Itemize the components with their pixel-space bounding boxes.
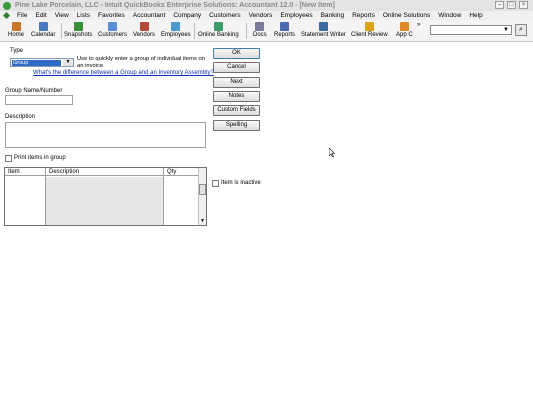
column-header-description[interactable]: Description	[46, 168, 164, 176]
group-name-input[interactable]	[5, 95, 73, 105]
column-divider	[163, 168, 164, 225]
menu-vendors[interactable]: Vendors	[245, 12, 277, 19]
description-label: Description	[5, 114, 36, 120]
menu-reports[interactable]: Reports	[348, 12, 379, 19]
cancel-button[interactable]: Cancel	[213, 62, 260, 73]
column-header-qty[interactable]: Qty	[164, 168, 198, 176]
toolbar-vendors-button[interactable]: Vendors	[133, 21, 155, 41]
mouse-cursor-icon	[329, 148, 335, 157]
toolbar-docs-button[interactable]: Docs	[253, 21, 267, 41]
search-button[interactable]: ⌕	[515, 24, 527, 36]
menu-accountant[interactable]: Accountant	[129, 12, 170, 19]
toolbar-reports-button[interactable]: Reports	[274, 21, 295, 41]
column-header-item[interactable]: Item	[5, 168, 46, 176]
menu-help[interactable]: Help	[465, 12, 486, 19]
minimize-button[interactable]: –	[495, 1, 504, 9]
title-bar: Pine Lake Porcelain, LLC - Intuit QuickB…	[0, 0, 533, 11]
toolbar-employees-button[interactable]: Employees	[161, 21, 191, 41]
custom-fields-button[interactable]: Custom Fields	[213, 105, 260, 116]
window-title: Pine Lake Porcelain, LLC - Intuit QuickB…	[15, 2, 335, 9]
toolbar-app-center-button[interactable]: App C	[396, 21, 413, 41]
close-button[interactable]: ×	[519, 1, 528, 9]
print-items-checkbox[interactable]	[5, 155, 12, 162]
toolbar-separator	[194, 23, 195, 39]
scroll-down-arrow-icon[interactable]: ▼	[200, 218, 205, 224]
toolbar-home-button[interactable]: Home	[8, 21, 24, 41]
description-column-cells[interactable]	[46, 177, 163, 225]
notes-button[interactable]: Notes	[213, 91, 260, 102]
menu-window[interactable]: Window	[434, 12, 465, 19]
vendors-icon	[139, 22, 149, 31]
toolbar-customers-button[interactable]: Customers	[98, 21, 127, 41]
type-select[interactable]: Group ▼	[10, 58, 74, 67]
statement-writer-icon	[318, 22, 328, 31]
group-items-table[interactable]: Item Description Qty ▼	[4, 167, 207, 226]
toolbar-online-banking-button[interactable]: Online Banking	[198, 21, 239, 41]
item-inactive-checkbox[interactable]	[212, 180, 219, 187]
spelling-button[interactable]: Spelling	[213, 120, 260, 131]
chevron-down-icon[interactable]: ▼	[63, 59, 73, 66]
maximize-button[interactable]: □	[507, 1, 516, 9]
employees-icon	[171, 22, 181, 31]
column-divider	[45, 168, 46, 225]
toolbar-calendar-button[interactable]: Calendar	[31, 21, 55, 41]
double-chevron-right-icon: »	[417, 22, 421, 28]
type-help-text: Use to quickly enter a group of individu…	[77, 56, 205, 69]
toolbar-separator	[61, 23, 62, 39]
table-scrollbar[interactable]: ▼	[198, 168, 206, 225]
group-vs-assembly-link[interactable]: What's the difference between a Group an…	[33, 70, 214, 76]
menu-favorites[interactable]: Favorites	[94, 12, 129, 19]
toolbar-overflow-button[interactable]: »	[417, 21, 420, 41]
app-menu-icon[interactable]	[3, 12, 10, 19]
description-textarea[interactable]	[5, 122, 206, 148]
next-button[interactable]: Next	[213, 77, 260, 88]
search-input[interactable]: ▼	[430, 25, 512, 35]
customers-icon	[108, 22, 117, 31]
app-center-icon	[399, 22, 409, 31]
menu-company[interactable]: Company	[169, 12, 205, 19]
reports-icon	[280, 22, 289, 31]
search-icon: ⌕	[519, 26, 523, 33]
toolbar-statement-writer-button[interactable]: Statement Writer	[301, 21, 346, 41]
group-name-label: Group Name/Number	[5, 88, 63, 94]
online-banking-icon	[213, 22, 223, 31]
menu-edit[interactable]: Edit	[31, 12, 50, 19]
type-label: Type	[10, 48, 24, 54]
calendar-icon	[38, 22, 48, 31]
quickbooks-logo-icon	[3, 1, 11, 10]
home-icon	[11, 22, 21, 31]
type-select-value: Group	[12, 60, 61, 66]
client-review-icon	[364, 22, 374, 31]
menu-bar: File Edit View Lists Favorites Accountan…	[0, 11, 533, 20]
menu-file[interactable]: File	[13, 12, 31, 19]
menu-online-solutions[interactable]: Online Solutions	[379, 12, 434, 19]
toolbar-snapshots-button[interactable]: Snapshots	[64, 21, 92, 41]
menu-view[interactable]: View	[51, 12, 73, 19]
ok-button[interactable]: OK	[213, 48, 260, 59]
menu-banking[interactable]: Banking	[317, 12, 349, 19]
dropdown-arrow-icon[interactable]: ▼	[503, 27, 509, 33]
menu-employees[interactable]: Employees	[276, 12, 316, 19]
snapshots-icon	[73, 22, 83, 31]
print-items-label: Print items in group	[14, 155, 66, 161]
docs-icon	[255, 22, 265, 31]
toolbar-separator	[246, 23, 247, 39]
menu-lists[interactable]: Lists	[73, 12, 94, 19]
item-inactive-label: Item is inactive	[221, 180, 261, 186]
menu-customers[interactable]: Customers	[205, 12, 244, 19]
scrollbar-thumb[interactable]	[199, 184, 206, 195]
toolbar-client-review-button[interactable]: Client Review	[351, 21, 388, 41]
